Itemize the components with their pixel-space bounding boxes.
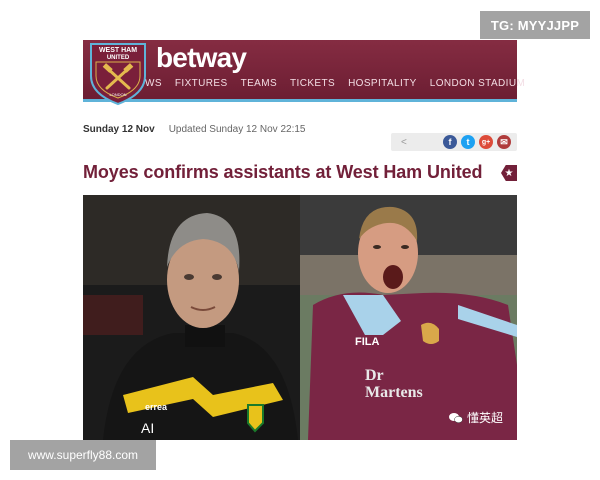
url-watermark: www.superfly88.com [10,440,156,470]
facebook-icon[interactable]: f [443,135,457,149]
left-shirt-brand: errea [145,402,168,412]
right-shirt-sponsor-line2: Martens [365,384,423,401]
crest-text-top: WEST HAM [99,47,137,54]
club-crest-logo[interactable]: WEST HAM UNITED LONDON [87,42,149,106]
nav-item-hospitality[interactable]: HOSPITALITY [348,78,417,94]
nav-item-london-stadium[interactable]: LONDON STADIUM [430,78,525,94]
wechat-caption-text: 懂英超 [466,411,503,425]
article-page: betway WS FIXTURES TEAMS TICKETS HOSPITA… [83,40,525,440]
sponsor-logo[interactable]: betway [156,42,247,74]
crest-text-middle: UNITED [107,55,130,61]
article-meta: Sunday 12 Nov Updated Sunday 12 Nov 22:1… [83,124,305,135]
left-shirt-initials: AI [141,420,154,436]
tg-watermark: TG: MYYJJPP [480,11,590,39]
nav-item-teams[interactable]: TEAMS [241,78,277,94]
google-plus-icon[interactable]: g+ [479,135,493,149]
article-title: Moyes confirms assistants at West Ham Un… [83,162,483,182]
nav-item-fixtures[interactable]: FIXTURES [175,78,228,94]
email-icon[interactable]: ✉ [497,135,511,149]
photo-illustration: errea AI FILA Dr Martens [83,195,517,440]
article-date: Sunday 12 Nov [83,124,155,135]
wechat-icon [448,412,463,423]
share-bar: < f t g+ ✉ [391,133,517,151]
main-nav: WS FIXTURES TEAMS TICKETS HOSPITALITY LO… [145,78,538,94]
article-updated: Updated Sunday 12 Nov 22:15 [168,124,306,135]
nav-item-tickets[interactable]: TICKETS [290,78,335,94]
bookmark-star-icon[interactable]: ★ [501,165,517,181]
share-icon[interactable]: < [391,137,407,148]
article-photo: errea AI FILA Dr Martens 懂英超 [83,195,517,440]
twitter-icon[interactable]: t [461,135,475,149]
wechat-caption: 懂英超 [448,409,503,426]
right-shirt-sponsor-line1: Dr [365,367,384,384]
crest-text-bottom: LONDON [109,92,126,97]
right-shirt-maker: FILA [355,336,379,348]
